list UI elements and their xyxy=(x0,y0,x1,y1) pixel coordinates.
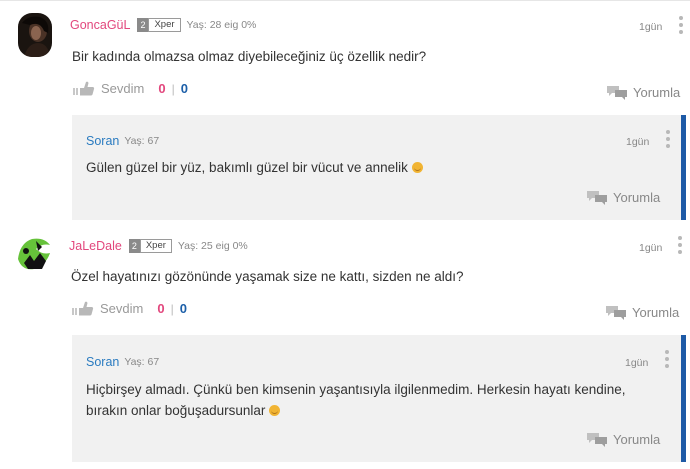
reply-meta: Soran Yaş: 67 xyxy=(86,355,159,369)
reply-timestamp: 1gün xyxy=(626,136,650,148)
xper-badge: Xper xyxy=(139,239,172,253)
user-age: Yaş: 28 eig 0% xyxy=(186,19,257,31)
count-separator: | xyxy=(171,81,175,96)
user-age: Yaş: 25 eig 0% xyxy=(177,240,248,252)
reply-reply-button[interactable]: Yorumla xyxy=(586,189,660,205)
avatar[interactable] xyxy=(16,235,54,275)
comment-meta: GoncaGüL 2 Xper Yaş: 28 eig 0% xyxy=(70,18,256,32)
reply-meta: Soran Yaş: 67 xyxy=(86,134,159,148)
reply-timestamp: 1gün xyxy=(625,357,649,369)
avatar[interactable] xyxy=(18,13,52,57)
like-row: Sevdim 0 | 0 xyxy=(73,81,188,96)
like-button[interactable]: Sevdim xyxy=(100,301,143,316)
dislike-count: 0 xyxy=(179,301,187,316)
count-separator: | xyxy=(170,301,174,316)
comment-meta: JaLeDale 2 Xper Yaş: 25 eig 0% xyxy=(69,239,248,253)
username[interactable]: JaLeDale xyxy=(69,239,122,253)
reply-username[interactable]: Soran xyxy=(86,355,119,369)
reply-username[interactable]: Soran xyxy=(86,134,119,148)
speech-bubbles-icon xyxy=(606,306,626,320)
xper-badge: Xper xyxy=(148,18,181,32)
top-divider xyxy=(0,0,690,1)
smile-emoji-icon xyxy=(269,405,281,416)
like-count: 0 xyxy=(158,81,166,96)
speech-bubbles-icon xyxy=(607,86,627,100)
comment-text: Özel hayatınızı gözönünde yaşamak size n… xyxy=(71,269,464,284)
like-count: 0 xyxy=(157,301,165,316)
reply-label: Yorumla xyxy=(632,304,680,320)
reply-label: Yorumla xyxy=(613,431,661,447)
reply-text-content: Gülen güzel bir yüz, bakımlı güzel bir v… xyxy=(86,160,408,175)
reply-reply-button[interactable]: Yorumla xyxy=(586,431,660,447)
reply-label: Yorumla xyxy=(613,189,661,205)
more-vertical-icon[interactable] xyxy=(666,130,670,151)
reply-text: Hiçbirşey almadı. Çünkü ben kimsenin yaş… xyxy=(86,379,676,421)
like-button[interactable]: Sevdim xyxy=(101,81,144,96)
avatar-photo-icon xyxy=(18,13,52,57)
more-vertical-icon[interactable] xyxy=(678,236,682,257)
smile-emoji-icon xyxy=(411,162,423,173)
thumbs-up-icon[interactable] xyxy=(72,301,94,316)
thumbs-up-icon[interactable] xyxy=(73,81,95,96)
level-badge: 2 xyxy=(128,239,140,253)
reply-button[interactable]: Yorumla xyxy=(605,304,679,320)
reply-user-age: Yaş: 67 xyxy=(124,135,160,147)
more-vertical-icon[interactable] xyxy=(665,350,669,371)
speech-bubbles-icon xyxy=(587,433,607,447)
reply-button[interactable]: Yorumla xyxy=(606,84,680,100)
reply-box: Soran Yaş: 67 1gün Gülen güzel bir yüz, … xyxy=(72,115,686,220)
speech-bubbles-icon xyxy=(587,191,607,205)
reply-text-line-2-wrap: bırakın onlar boğuşadursunlar xyxy=(86,400,676,421)
level-badge: 2 xyxy=(137,18,149,32)
reply-text-line-2: bırakın onlar boğuşadursunlar xyxy=(86,403,266,418)
reply-box: Soran Yaş: 67 1gün Hiçbirşey almadı. Çün… xyxy=(72,335,686,462)
dislike-count: 0 xyxy=(180,81,188,96)
reply-label: Yorumla xyxy=(633,84,681,100)
avatar-graphic-icon xyxy=(16,235,54,275)
timestamp: 1gün xyxy=(639,21,663,33)
reply-text-line-1: Hiçbirşey almadı. Çünkü ben kimsenin yaş… xyxy=(86,382,626,397)
reply-text: Gülen güzel bir yüz, bakımlı güzel bir v… xyxy=(86,157,423,178)
username[interactable]: GoncaGüL xyxy=(70,18,130,32)
more-vertical-icon[interactable] xyxy=(679,16,683,37)
like-row: Sevdim 0 | 0 xyxy=(72,301,187,316)
reply-user-age: Yaş: 67 xyxy=(124,356,160,368)
timestamp: 1gün xyxy=(639,242,663,254)
comment-text: Bir kadında olmazsa olmaz diyebileceğini… xyxy=(72,49,427,64)
